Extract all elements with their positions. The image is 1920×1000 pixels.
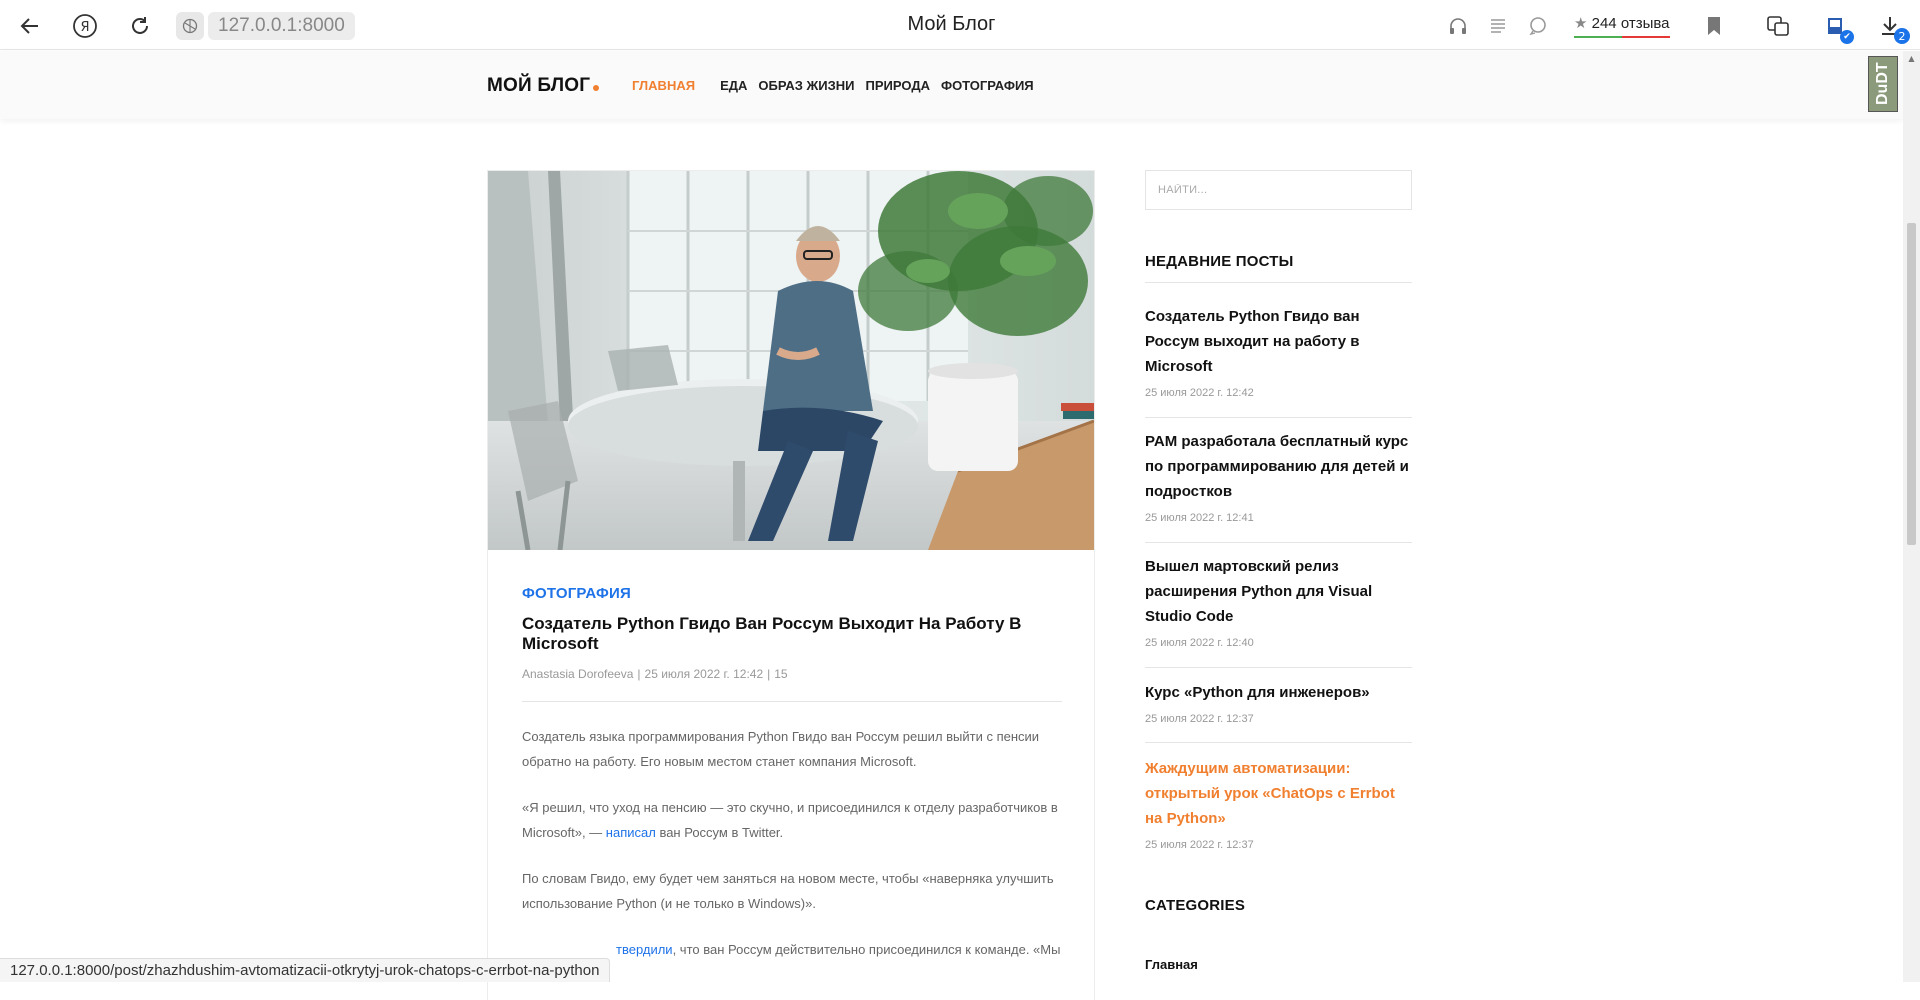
nav-item-nature[interactable]: ПРИРОДА: [866, 78, 930, 93]
recent-post-title[interactable]: Жаждущим автоматизации: открытый урок «C…: [1145, 756, 1412, 831]
nav-item-food[interactable]: ЕДА: [720, 78, 747, 93]
star-icon: ★: [1574, 14, 1588, 32]
recent-post-title[interactable]: Вышел мартовский релиз расширения Python…: [1145, 554, 1412, 629]
post-author[interactable]: Anastasia Dorofeeva: [522, 667, 633, 681]
recent-post-item[interactable]: Создатель Python Гвидо ван Россум выходи…: [1145, 304, 1412, 399]
recent-post-item[interactable]: PAM разработала бесплатный курс по прогр…: [1145, 429, 1412, 524]
download-icon[interactable]: 2: [1876, 12, 1910, 44]
recent-post-date: 25 июля 2022 г. 12:37: [1145, 839, 1254, 851]
divider: [1145, 667, 1412, 668]
recent-post-date: 25 июля 2022 г. 12:41: [1145, 512, 1254, 524]
reviews-widget[interactable]: ★ 244 отзыва: [1574, 14, 1670, 38]
scroll-up-icon[interactable]: ▲: [1903, 54, 1920, 66]
post-card: ФОТОГРАФИЯ Создатель Python Гвидо Ван Ро…: [487, 170, 1095, 1000]
post-image[interactable]: [488, 171, 1094, 550]
recent-post-title[interactable]: Создатель Python Гвидо ван Россум выходи…: [1145, 304, 1412, 379]
recent-post-item[interactable]: Жаждущим автоматизации: открытый урок «C…: [1145, 756, 1412, 851]
dudt-extension-tab[interactable]: DuDT: [1868, 56, 1898, 112]
post-paragraph: «Я решил, что уход на пенсию — это скучн…: [522, 795, 1062, 845]
reviews-label: отзыва: [1620, 15, 1670, 32]
recent-post-date: 25 июля 2022 г. 12:37: [1145, 713, 1254, 725]
nav-item-photography[interactable]: ФОТОГРАФИЯ: [941, 78, 1034, 93]
paragraph-text: «Я решил, что уход на пенсию — это скучн…: [522, 800, 1058, 840]
extension-icon[interactable]: ✔: [1822, 12, 1854, 44]
status-bar-url: 127.0.0.1:8000/post/zhazhdushim-avtomati…: [0, 958, 611, 982]
recent-posts-heading: НЕДАВНИЕ ПОСТЫ: [1145, 253, 1294, 270]
meta-separator: |: [767, 667, 771, 681]
logo-text: МОЙ БЛОГ: [487, 75, 591, 96]
divider: [1145, 282, 1412, 283]
recent-post-item[interactable]: Вышел мартовский релиз расширения Python…: [1145, 554, 1412, 649]
twitter-link[interactable]: написал: [606, 825, 656, 840]
paragraph-text: ван Россум в Twitter.: [655, 825, 784, 840]
check-icon: ✔: [1840, 30, 1854, 44]
nav-item-lifestyle[interactable]: ОБРАЗ ЖИЗНИ: [758, 78, 854, 93]
confirmed-link[interactable]: твердили: [616, 942, 673, 957]
reader-mode-icon[interactable]: [1484, 12, 1512, 40]
translate-icon[interactable]: [1764, 12, 1792, 40]
recent-post-date: 25 июля 2022 г. 12:42: [1145, 387, 1254, 399]
post-paragraph: Создатель языка программирования Python …: [522, 729, 1040, 769]
headphones-icon[interactable]: [1444, 12, 1472, 40]
post-body: ФОТОГРАФИЯ Создатель Python Гвидо Ван Ро…: [522, 585, 1062, 962]
post-text: Создатель языка программирования Python …: [522, 724, 1062, 962]
site-header: МОЙ БЛОГ ГЛАВНАЯ ЕДА ОБРАЗ ЖИЗНИ ПРИРОДА…: [0, 51, 1903, 119]
category-item[interactable]: Главная: [1145, 957, 1198, 972]
paragraph-text: , что ван Россум действительно присоедин…: [672, 942, 1061, 957]
post-views: 15: [774, 667, 788, 681]
main-nav: ГЛАВНАЯ ЕДА ОБРАЗ ЖИЗНИ ПРИРОДА ФОТОГРАФ…: [632, 78, 1045, 93]
browser-toolbar: Я 127.0.0.1:8000 Мой Блог ★ 244 отзыва ✔…: [0, 0, 1920, 50]
categories-heading: CATEGORIES: [1145, 897, 1246, 914]
divider: [1145, 542, 1412, 543]
divider: [1145, 742, 1412, 743]
post-paragraph: По словам Гвидо, ему будет чем заняться …: [522, 871, 1054, 911]
logo-dot: [593, 85, 600, 91]
reviews-count: 244: [1591, 15, 1617, 32]
nav-item-home[interactable]: ГЛАВНАЯ: [632, 78, 695, 93]
scrollbar[interactable]: ▲: [1903, 51, 1920, 982]
meta-separator: |: [637, 667, 641, 681]
recent-post-item[interactable]: Курс «Python для инженеров» 25 июля 2022…: [1145, 680, 1412, 725]
bookmark-icon[interactable]: [1700, 12, 1728, 40]
recent-post-title[interactable]: Курс «Python для инженеров»: [1145, 680, 1412, 705]
post-category[interactable]: ФОТОГРАФИЯ: [522, 585, 1062, 602]
site-logo[interactable]: МОЙ БЛОГ: [487, 75, 600, 97]
comments-icon[interactable]: [1524, 12, 1552, 40]
scroll-thumb[interactable]: [1907, 223, 1916, 545]
post-meta: Anastasia Dorofeeva | 25 июля 2022 г. 12:4…: [522, 667, 1062, 702]
post-date: 25 июля 2022 г. 12:42: [644, 667, 764, 681]
recent-post-title[interactable]: PAM разработала бесплатный курс по прогр…: [1145, 429, 1412, 504]
search-input[interactable]: [1145, 170, 1412, 210]
divider: [1145, 417, 1412, 418]
recent-post-date: 25 июля 2022 г. 12:40: [1145, 637, 1254, 649]
downloads-badge: 2: [1894, 28, 1910, 44]
post-title[interactable]: Создатель Python Гвидо Ван Россум Выходи…: [522, 614, 1022, 654]
